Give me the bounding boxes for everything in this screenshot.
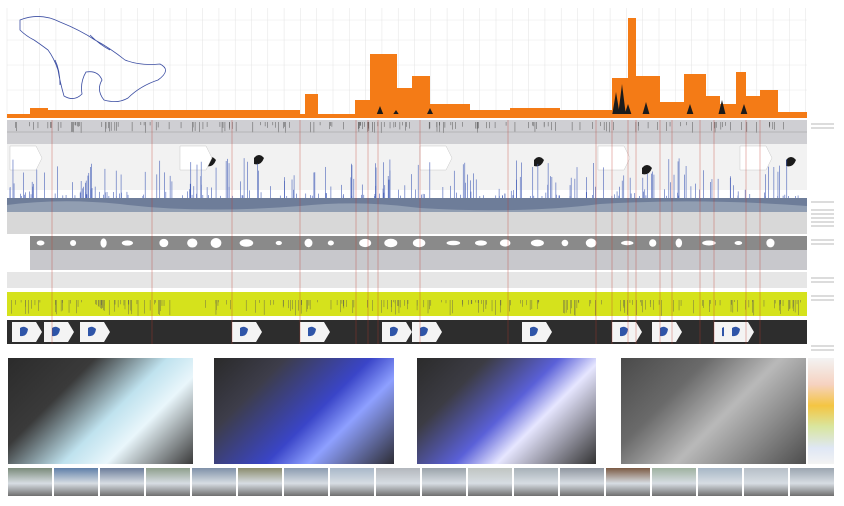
thumb-18 [790, 468, 834, 496]
yellow-band [7, 292, 807, 316]
right-legend [811, 123, 834, 351]
white-shape [304, 238, 313, 248]
thumb-10 [422, 468, 466, 496]
arrow-panel [419, 145, 453, 171]
thumb-13 [560, 468, 604, 496]
white-shape [474, 240, 487, 246]
histogram-bar [412, 76, 430, 118]
white-shape [36, 240, 45, 246]
arrow-panel [739, 145, 773, 171]
thumb-4 [146, 468, 190, 496]
thumb-11 [468, 468, 512, 496]
white-shape [70, 239, 77, 247]
white-shape [327, 240, 334, 246]
white-shape [384, 238, 398, 248]
thumb-15 [652, 468, 696, 496]
gray-data-band [30, 250, 807, 270]
white-shape [585, 238, 597, 248]
thumb-7 [284, 468, 328, 496]
thumb-3 [100, 468, 144, 496]
thumb-1 [8, 468, 52, 496]
white-shape [159, 238, 169, 248]
white-shape [100, 238, 107, 248]
thumb-17 [744, 468, 788, 496]
white-shape [766, 238, 775, 248]
thumb-9 [376, 468, 420, 496]
histogram-bar [397, 88, 412, 118]
orange-baseline [7, 114, 807, 118]
white-shape [499, 239, 511, 247]
white-shape [446, 240, 461, 246]
photo-model-gray [621, 358, 806, 464]
white-shape [734, 240, 743, 246]
white-shape [649, 239, 657, 247]
top-chart-area [6, 8, 807, 118]
histogram-bar [684, 74, 706, 118]
white-shape [675, 238, 683, 248]
white-shape [359, 238, 372, 248]
photo-model-blue-night [214, 358, 394, 464]
white-shape [210, 238, 222, 248]
gray-data-band-2 [7, 272, 807, 288]
white-shape [121, 240, 134, 246]
thumb-16 [698, 468, 742, 496]
white-shape [187, 238, 198, 248]
side-legend-thumbs [808, 358, 834, 464]
arrow-panel [597, 145, 631, 171]
thumb-8 [330, 468, 374, 496]
white-shape [239, 239, 254, 247]
arrow-panel [9, 145, 43, 171]
histogram-bar [370, 54, 397, 118]
lake-map-band [7, 144, 807, 190]
white-shape [561, 239, 569, 247]
thumb-6 [238, 468, 282, 496]
thumb-5 [192, 468, 236, 496]
white-shape [530, 239, 544, 247]
white-shape [621, 240, 634, 246]
white-shape [412, 238, 426, 248]
white-shape [275, 240, 282, 246]
gray-lower-band [7, 212, 807, 234]
thumb-2 [54, 468, 98, 496]
photo-model-blue-white [417, 358, 596, 464]
thumb-12 [514, 468, 558, 496]
photo-model-ice-white [8, 358, 193, 464]
thumb-14 [606, 468, 650, 496]
histogram-bar [760, 90, 778, 118]
arrow-panel [179, 145, 213, 171]
histogram-bar [628, 18, 636, 118]
white-shape [702, 240, 716, 246]
